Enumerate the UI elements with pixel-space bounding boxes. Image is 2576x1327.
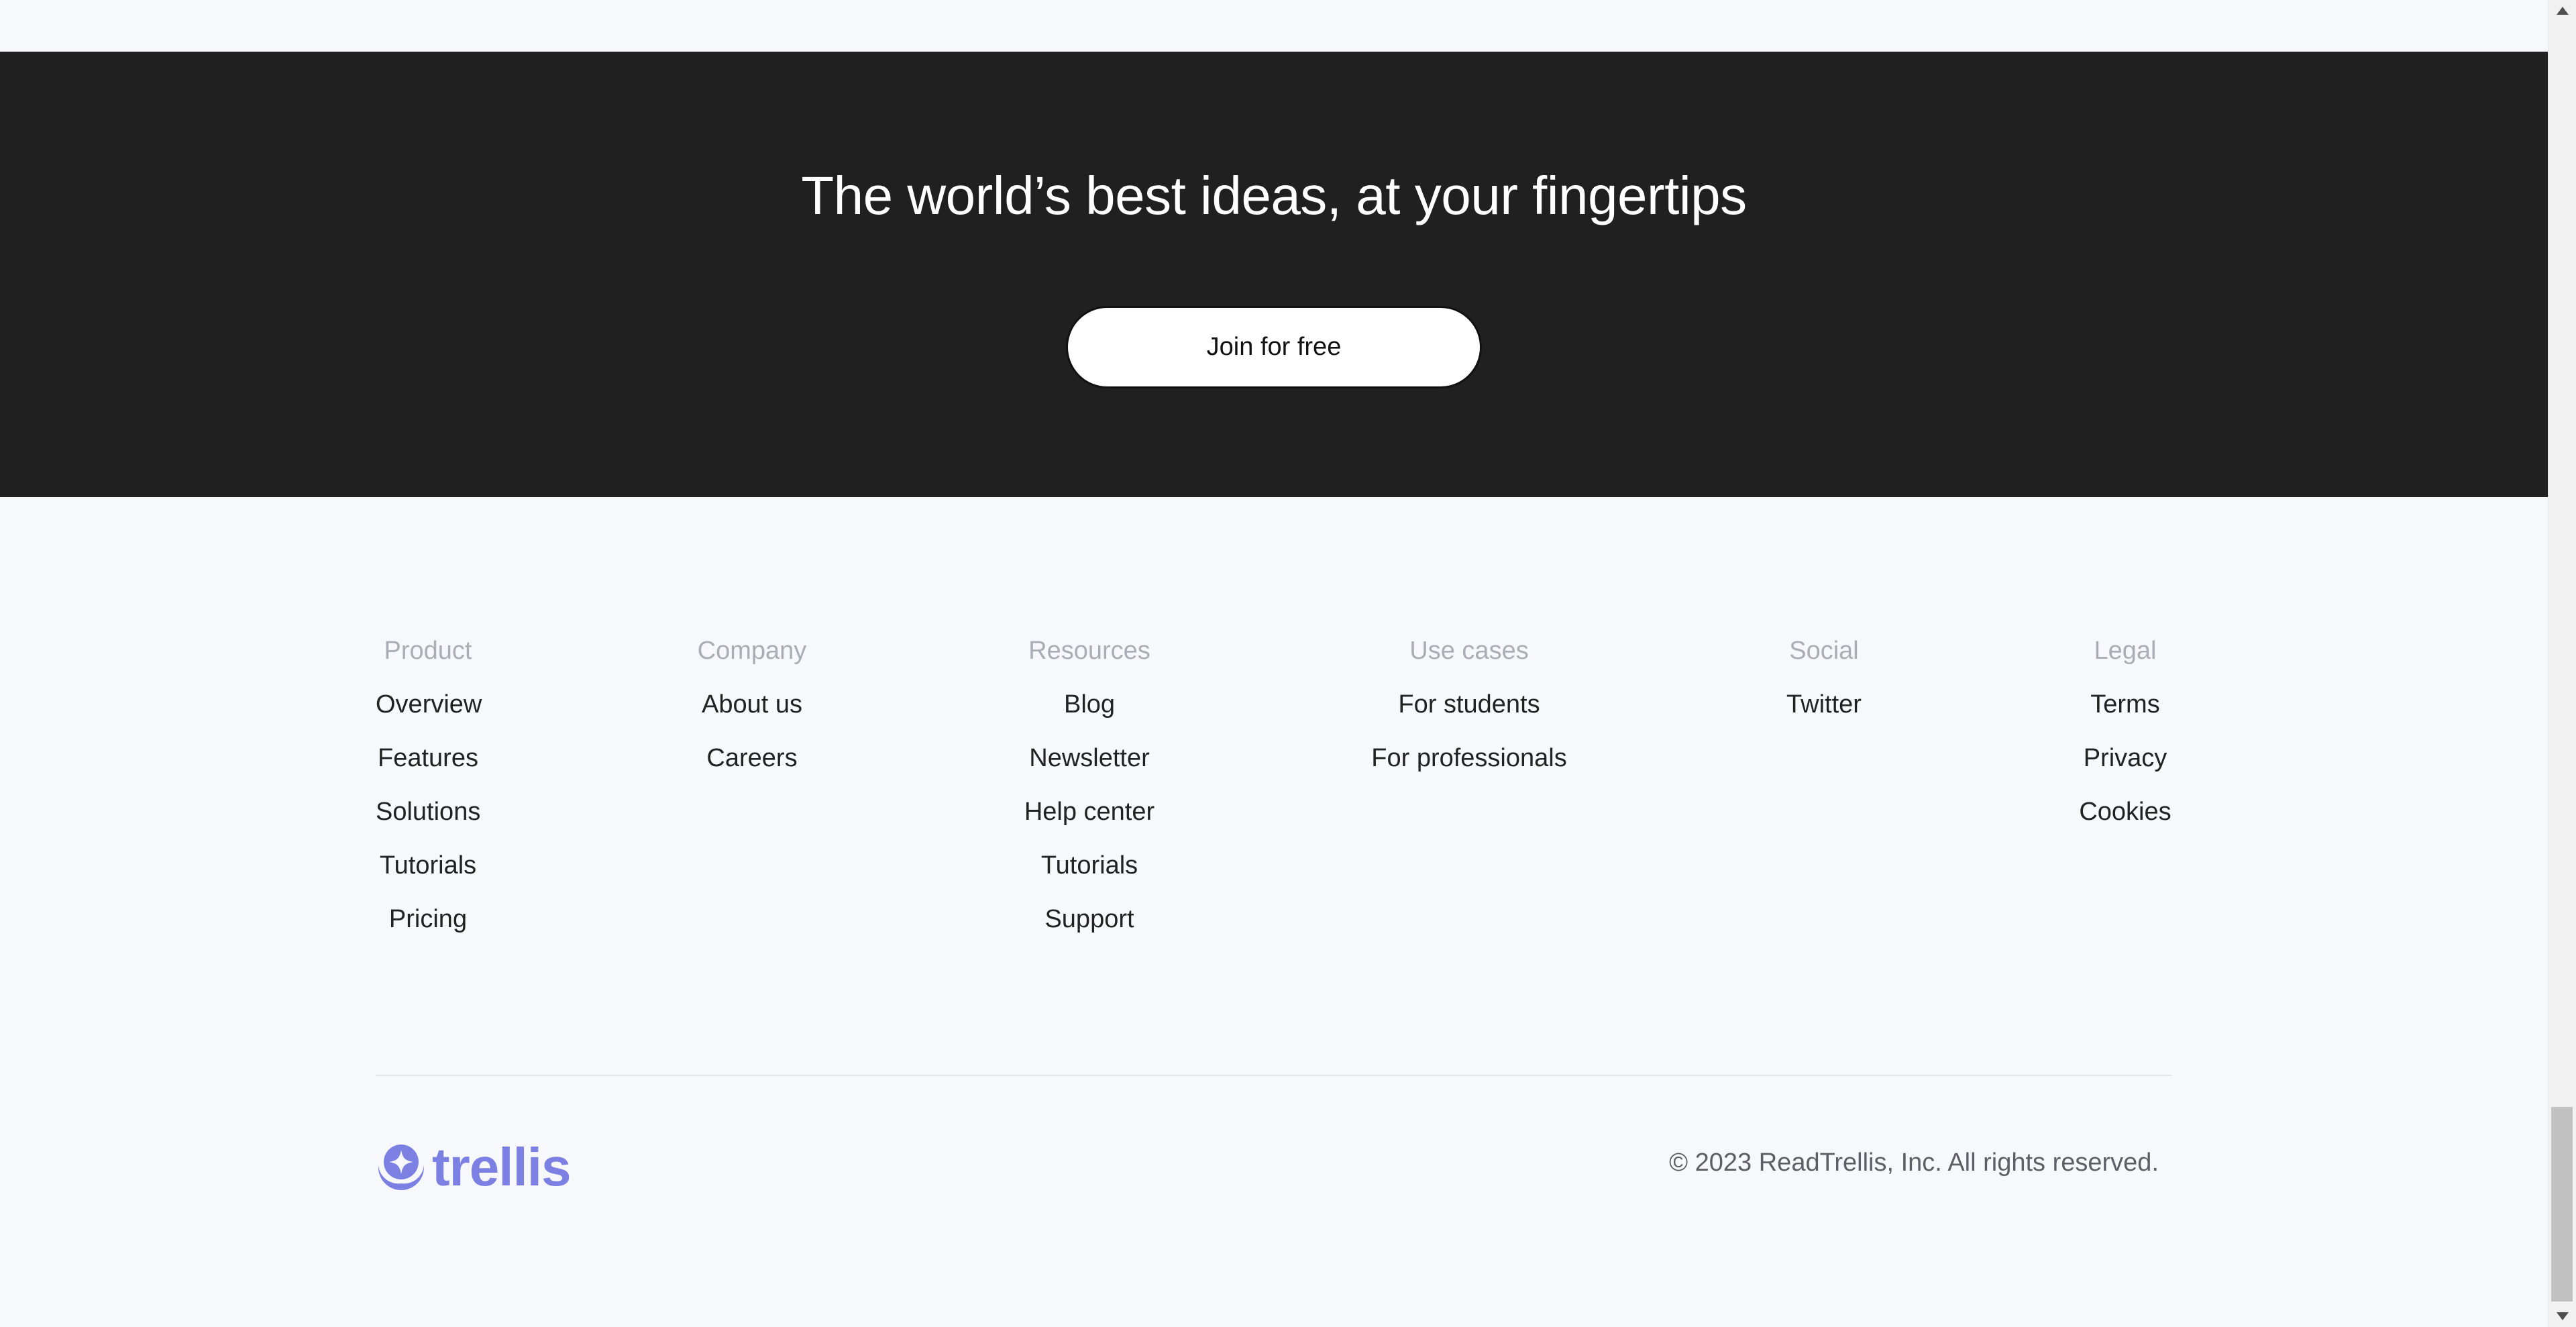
footer-heading-legal: Legal — [2094, 637, 2157, 665]
footer-link-pricing[interactable]: Pricing — [376, 902, 480, 937]
scroll-up-arrow-icon[interactable] — [2557, 7, 2569, 15]
footer-link-for-professionals[interactable]: For professionals — [1368, 741, 1570, 776]
footer-heading-product: Product — [384, 637, 472, 665]
join-for-free-button[interactable]: Join for free — [1066, 306, 1482, 388]
footer-heading-use-cases: Use cases — [1409, 637, 1529, 665]
footer-link-careers[interactable]: Careers — [694, 741, 810, 776]
copyright-text: © 2023 ReadTrellis, Inc. All rights rese… — [1669, 1149, 2159, 1177]
footer-link-solutions[interactable]: Solutions — [376, 794, 480, 829]
trellis-logo[interactable]: trellis — [376, 1137, 571, 1198]
footer-column-social: Social Twitter — [1778, 633, 1870, 741]
footer-link-support[interactable]: Support — [1020, 902, 1159, 937]
footer-link-privacy[interactable]: Privacy — [2078, 741, 2172, 776]
footer-column-company: Company About us Careers — [694, 633, 810, 794]
footer-link-blog[interactable]: Blog — [1020, 687, 1159, 722]
trellis-wordmark: trellis — [432, 1137, 571, 1197]
footer-link-resources-tutorials[interactable]: Tutorials — [1020, 848, 1159, 883]
cta-title: The world’s best ideas, at your fingerti… — [801, 166, 1747, 225]
footer-column-use-cases: Use cases For students For professionals — [1368, 633, 1570, 794]
footer-column-resources: Resources Blog Newsletter Help center Tu… — [1020, 633, 1159, 955]
footer-link-about-us[interactable]: About us — [694, 687, 810, 722]
footer-divider — [376, 1075, 2172, 1076]
cta-banner: The world’s best ideas, at your fingerti… — [0, 52, 2548, 497]
footer-link-for-students[interactable]: For students — [1368, 687, 1570, 722]
footer-link-newsletter[interactable]: Newsletter — [1020, 741, 1159, 776]
main-content: The world’s best ideas, at your fingerti… — [0, 0, 2548, 1327]
footer-column-legal: Legal Terms Privacy Cookies — [2078, 633, 2172, 848]
footer-link-cookies[interactable]: Cookies — [2078, 794, 2172, 829]
trellis-logo-icon — [378, 1145, 425, 1190]
footer-column-product: Product Overview Features Solutions Tuto… — [376, 633, 482, 955]
page: The world’s best ideas, at your fingerti… — [0, 0, 2576, 1327]
scrollbar-thumb[interactable] — [2551, 1107, 2573, 1302]
footer-heading-company: Company — [697, 637, 807, 665]
footer-heading-social: Social — [1789, 637, 1859, 665]
footer-link-twitter[interactable]: Twitter — [1778, 687, 1870, 722]
footer-link-tutorials[interactable]: Tutorials — [376, 848, 480, 883]
footer-link-overview[interactable]: Overview — [376, 687, 482, 722]
footer-link-help-center[interactable]: Help center — [1020, 794, 1159, 829]
footer-link-terms[interactable]: Terms — [2078, 687, 2172, 722]
scroll-down-arrow-icon[interactable] — [2557, 1312, 2569, 1320]
footer-link-features[interactable]: Features — [376, 741, 480, 776]
vertical-scrollbar[interactable] — [2548, 0, 2576, 1327]
footer-heading-resources: Resources — [1028, 637, 1150, 665]
